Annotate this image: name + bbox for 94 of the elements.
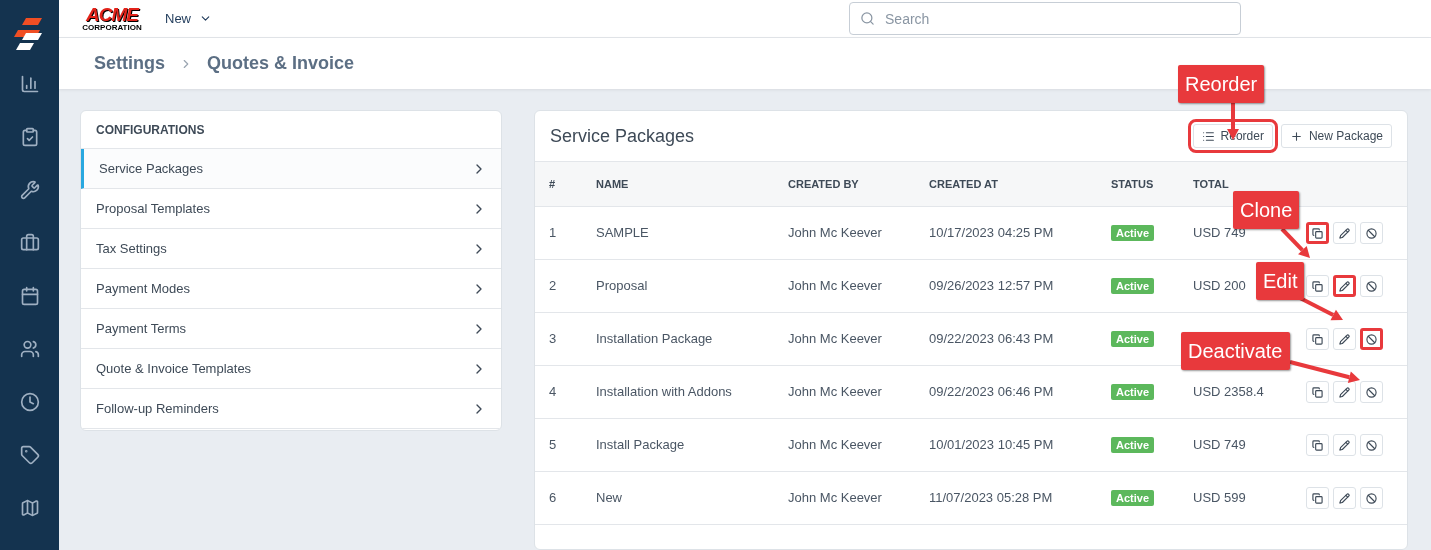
table-cell-text: New	[596, 489, 623, 508]
table-cell-text: 1	[549, 224, 558, 243]
column-header: NAME	[596, 176, 630, 192]
copy-icon	[1312, 386, 1323, 398]
clone-button[interactable]	[1306, 222, 1329, 244]
new-package-button[interactable]: New Package	[1280, 124, 1392, 148]
callout-arrow	[1299, 296, 1343, 321]
copy-icon	[1312, 439, 1323, 451]
pencil-icon	[1339, 280, 1350, 292]
users-icon[interactable]	[19, 339, 40, 359]
search-icon	[860, 11, 875, 27]
table-cell-text: 10/17/2023 04:25 PM	[929, 224, 1055, 243]
card-title: Service Packages	[550, 124, 695, 148]
table-cell-text: 09/26/2023 12:57 PM	[929, 277, 1055, 296]
column-header: #	[549, 176, 557, 192]
config-item[interactable]: Proposal Templates	[81, 189, 501, 229]
config-item[interactable]: Service Packages	[81, 149, 501, 189]
table-cell: USD 749	[1193, 437, 1246, 453]
status-badge: Active	[1111, 225, 1155, 242]
column-header: STATUS	[1111, 176, 1155, 192]
callout-label: Clone	[1233, 191, 1300, 229]
table-cell-text: 11/07/2023 05:28 PM	[929, 489, 1054, 508]
search-field[interactable]: Search	[849, 2, 1241, 36]
ban-icon	[1366, 227, 1377, 239]
table-cell: USD 2358.4	[1193, 384, 1264, 400]
ban-icon	[1366, 333, 1377, 345]
table-cell-text: Installation with Addons	[596, 383, 733, 402]
status-badge: Active	[1111, 437, 1155, 454]
copy-icon	[1312, 492, 1323, 504]
wrench-icon[interactable]	[19, 180, 40, 200]
plus-icon	[1289, 129, 1303, 143]
column-header: CREATED AT	[929, 176, 999, 192]
config-item[interactable]: Quote & Invoice Templates	[81, 349, 501, 389]
callout-label: Reorder	[1178, 65, 1265, 103]
table-cell-text: John Mc Keever	[788, 330, 883, 349]
status-badge: Active	[1111, 331, 1155, 348]
pencil-icon	[1339, 333, 1350, 345]
clock-icon[interactable]	[19, 392, 40, 412]
table-cell-text: Proposal	[596, 277, 649, 296]
tag-icon[interactable]	[19, 445, 40, 465]
new-menu[interactable]: New	[165, 8, 212, 29]
table-cell: USD 200	[1193, 278, 1246, 294]
column-header: CREATED BY	[788, 176, 860, 192]
table-cell-text: 2	[549, 277, 558, 296]
table-cell-text: 4	[549, 383, 558, 402]
copy-icon	[1312, 280, 1323, 292]
ban-icon	[1366, 439, 1377, 451]
config-item[interactable]: Follow-up Reminders	[81, 389, 501, 429]
breadcrumb-item: Quotes & Invoice	[207, 52, 355, 76]
config-item[interactable]: Tax Settings	[81, 229, 501, 269]
copy-icon	[1312, 227, 1323, 239]
status-badge: Active	[1111, 278, 1155, 295]
callout-arrow	[1280, 227, 1310, 258]
table-cell-text: 09/22/2023 06:46 PM	[929, 383, 1055, 402]
logo-text: ACME	[85, 5, 139, 25]
pencil-icon	[1339, 227, 1350, 239]
logo-subtitle: CORPORATION	[82, 24, 142, 33]
table-cell-text: 3	[549, 330, 558, 349]
table-cell-text: Install Package	[596, 436, 686, 455]
pencil-icon	[1339, 386, 1350, 398]
table-cell-text: 6	[549, 489, 558, 508]
table-cell-text: John Mc Keever	[788, 436, 883, 455]
callout-label: Deactivate	[1181, 332, 1290, 370]
ban-icon	[1366, 280, 1377, 292]
status-badge: Active	[1111, 490, 1155, 507]
pencil-icon	[1339, 492, 1350, 504]
table-cell-text: 10/01/2023 10:45 PM	[929, 436, 1055, 455]
bar-chart-icon[interactable]	[19, 74, 40, 94]
callout-label: Edit	[1256, 262, 1305, 300]
list-icon	[1201, 129, 1215, 143]
table-cell-text: SAMPLE	[596, 224, 650, 243]
config-item[interactable]: Payment Terms	[81, 309, 501, 349]
table-cell-text: John Mc Keever	[788, 224, 883, 243]
table-cell-text: John Mc Keever	[788, 383, 883, 402]
table-cell-text: John Mc Keever	[788, 489, 883, 508]
edit-button[interactable]	[1333, 275, 1356, 297]
map-icon[interactable]	[19, 498, 40, 518]
ban-icon	[1366, 492, 1377, 504]
table-cell-text: 5	[549, 436, 558, 455]
ban-icon	[1366, 386, 1377, 398]
table-cell-text: 09/22/2023 06:43 PM	[929, 330, 1055, 349]
calendar-icon[interactable]	[19, 286, 40, 306]
table-cell-text: John Mc Keever	[788, 277, 883, 296]
deactivate-button[interactable]	[1360, 328, 1383, 350]
column-header: TOTAL	[1193, 176, 1230, 192]
config-item[interactable]: Payment Modes	[81, 269, 501, 309]
table-cell: USD 599	[1193, 490, 1246, 506]
breadcrumb-item[interactable]: Settings	[94, 50, 165, 78]
table-cell-text: Installation Package	[596, 330, 714, 349]
callout-arrow	[1289, 360, 1360, 384]
pencil-icon	[1339, 439, 1350, 451]
briefcase-icon[interactable]	[19, 233, 40, 253]
copy-icon	[1312, 333, 1323, 345]
status-badge: Active	[1111, 384, 1155, 401]
